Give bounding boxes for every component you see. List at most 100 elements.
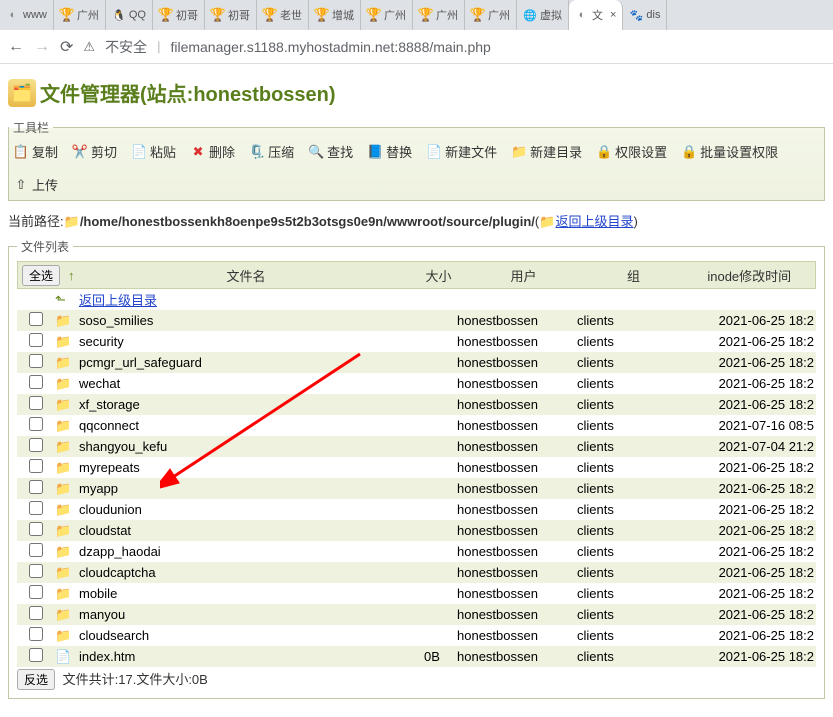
table-row[interactable]: 📁dzapp_haodaihonestbossenclients2021-06-… — [17, 541, 816, 562]
browser-tab[interactable]: 🏆广州 — [54, 0, 106, 30]
file-name[interactable]: wechat — [77, 376, 407, 391]
browser-tab[interactable]: 🏆老世 — [257, 0, 309, 30]
table-row[interactable]: 📁pcmgr_url_safeguardhonestbossenclients2… — [17, 352, 816, 373]
file-name[interactable]: mobile — [77, 586, 407, 601]
file-name[interactable]: shangyou_kefu — [77, 439, 407, 454]
file-name[interactable]: xf_storage — [77, 397, 407, 412]
table-row[interactable]: 📁manyouhonestbossenclients2021-06-25 18:… — [17, 604, 816, 625]
file-name[interactable]: qqconnect — [77, 418, 407, 433]
browser-tab[interactable]: 🏆增城 — [309, 0, 361, 30]
row-checkbox[interactable] — [29, 438, 43, 452]
table-row[interactable]: 📁securityhonestbossenclients2021-06-25 1… — [17, 331, 816, 352]
newfile-button[interactable]: 📄新建文件 — [426, 142, 497, 161]
file-name[interactable]: security — [77, 334, 407, 349]
table-row[interactable]: 📁cloudunionhonestbossenclients2021-06-25… — [17, 499, 816, 520]
row-checkbox[interactable] — [29, 648, 43, 662]
table-row[interactable]: 📁shangyou_kefuhonestbossenclients2021-07… — [17, 436, 816, 457]
row-checkbox[interactable] — [29, 585, 43, 599]
row-checkbox[interactable] — [29, 606, 43, 620]
row-checkbox[interactable] — [29, 522, 43, 536]
reload-icon[interactable]: ⟳ — [60, 37, 73, 57]
table-row[interactable]: 📁wechathonestbossenclients2021-06-25 18:… — [17, 373, 816, 394]
delete-icon: ✖ — [190, 144, 206, 160]
table-row[interactable]: 📁cloudsearchhonestbossenclients2021-06-2… — [17, 625, 816, 646]
col-name[interactable]: 文件名 — [79, 266, 414, 285]
row-checkbox[interactable] — [29, 417, 43, 431]
row-checkbox[interactable] — [29, 375, 43, 389]
file-name[interactable]: pcmgr_url_safeguard — [77, 355, 407, 370]
row-checkbox[interactable] — [29, 564, 43, 578]
select-all-button[interactable]: 全选 — [22, 265, 60, 286]
browser-tab[interactable]: ◐www — [0, 0, 54, 30]
row-checkbox[interactable] — [29, 459, 43, 473]
compress-button[interactable]: 🗜️压缩 — [249, 142, 294, 161]
browser-tab[interactable]: 🐾dis — [623, 0, 667, 30]
tab-label: dis — [646, 9, 660, 21]
compress-icon: 🗜️ — [249, 144, 265, 160]
col-user[interactable]: 用户 — [464, 266, 584, 285]
upload-button[interactable]: ⇧上传 — [13, 175, 58, 194]
table-row[interactable]: 📁myapphonestbossenclients2021-06-25 18:2 — [17, 478, 816, 499]
browser-tab[interactable]: 🐧QQ — [106, 0, 153, 30]
perm-button[interactable]: 🔒权限设置 — [596, 142, 667, 161]
row-checkbox[interactable] — [29, 354, 43, 368]
batch-perm-button[interactable]: 🔒批量设置权限 — [681, 142, 778, 161]
back-icon[interactable]: ← — [8, 38, 24, 56]
find-button[interactable]: 🔍查找 — [308, 142, 353, 161]
copy-button[interactable]: 📋复制 — [13, 142, 58, 161]
browser-tab[interactable]: 🏆广州 — [361, 0, 413, 30]
replace-button[interactable]: 📘替换 — [367, 142, 412, 161]
col-group[interactable]: 组 — [584, 266, 684, 285]
table-row[interactable]: 📁soso_smilieshonestbossenclients2021-06-… — [17, 310, 816, 331]
file-name[interactable]: cloudsearch — [77, 628, 407, 643]
row-checkbox[interactable] — [29, 396, 43, 410]
file-name[interactable]: myapp — [77, 481, 407, 496]
file-name[interactable]: index.htm — [77, 649, 407, 664]
row-checkbox[interactable] — [29, 333, 43, 347]
close-icon[interactable]: × — [610, 9, 616, 21]
row-checkbox[interactable] — [29, 543, 43, 557]
paw-icon: 🐾 — [629, 8, 643, 22]
table-row[interactable]: 📁myrepeatshonestbossenclients2021-06-25 … — [17, 457, 816, 478]
invert-select-button[interactable]: 反选 — [17, 669, 55, 690]
file-name[interactable]: cloudstat — [77, 523, 407, 538]
newdir-button[interactable]: 📁新建目录 — [511, 142, 582, 161]
file-name[interactable]: dzapp_haodai — [77, 544, 407, 559]
paste-button[interactable]: 📄粘贴 — [131, 142, 176, 161]
forward-icon[interactable]: → — [34, 38, 50, 56]
row-checkbox[interactable] — [29, 501, 43, 515]
table-row[interactable]: 📁xf_storagehonestbossenclients2021-06-25… — [17, 394, 816, 415]
file-name[interactable]: soso_smilies — [77, 313, 407, 328]
file-group: clients — [577, 607, 677, 622]
table-row[interactable]: 📁cloudstathonestbossenclients2021-06-25 … — [17, 520, 816, 541]
back-link[interactable]: 返回上级目录 — [79, 293, 157, 308]
file-name[interactable]: myrepeats — [77, 460, 407, 475]
browser-tab[interactable]: 🌐虚拟 — [517, 0, 569, 30]
browser-tab[interactable]: 🏆广州 — [413, 0, 465, 30]
table-row[interactable]: 📁cloudcaptchahonestbossenclients2021-06-… — [17, 562, 816, 583]
row-checkbox[interactable] — [29, 312, 43, 326]
row-checkbox[interactable] — [29, 627, 43, 641]
table-row[interactable]: 📄index.htm0Bhonestbossenclients2021-06-2… — [17, 646, 816, 667]
browser-tab[interactable]: 🏆广州 — [465, 0, 517, 30]
delete-button[interactable]: ✖删除 — [190, 142, 235, 161]
tab-label: 广州 — [77, 7, 99, 23]
cut-button[interactable]: ✂️剪切 — [72, 142, 117, 161]
col-size[interactable]: 大小 — [414, 266, 464, 285]
table-row[interactable]: 📁mobilehonestbossenclients2021-06-25 18:… — [17, 583, 816, 604]
file-name[interactable]: cloudcaptcha — [77, 565, 407, 580]
file-name[interactable]: cloudunion — [77, 502, 407, 517]
browser-tab[interactable]: 🏆初哥 — [153, 0, 205, 30]
back-row[interactable]: ⬑ 返回上级目录 — [17, 289, 816, 310]
back-link[interactable]: 返回上级目录 — [555, 214, 633, 229]
table-row[interactable]: 📁qqconnecthonestbossenclients2021-07-16 … — [17, 415, 816, 436]
folder-icon: 📁 — [55, 439, 71, 454]
col-mtime[interactable]: inode修改时间 — [684, 266, 815, 285]
browser-tab[interactable]: ◐文× — [569, 0, 623, 30]
row-checkbox[interactable] — [29, 480, 43, 494]
browser-tab[interactable]: 🏆初哥 — [205, 0, 257, 30]
sort-icon[interactable]: ↑ — [68, 268, 75, 283]
url-text[interactable]: filemanager.s1188.myhostadmin.net:8888/m… — [170, 39, 490, 55]
file-name[interactable]: manyou — [77, 607, 407, 622]
file-time: 2021-06-25 18:2 — [677, 544, 816, 559]
